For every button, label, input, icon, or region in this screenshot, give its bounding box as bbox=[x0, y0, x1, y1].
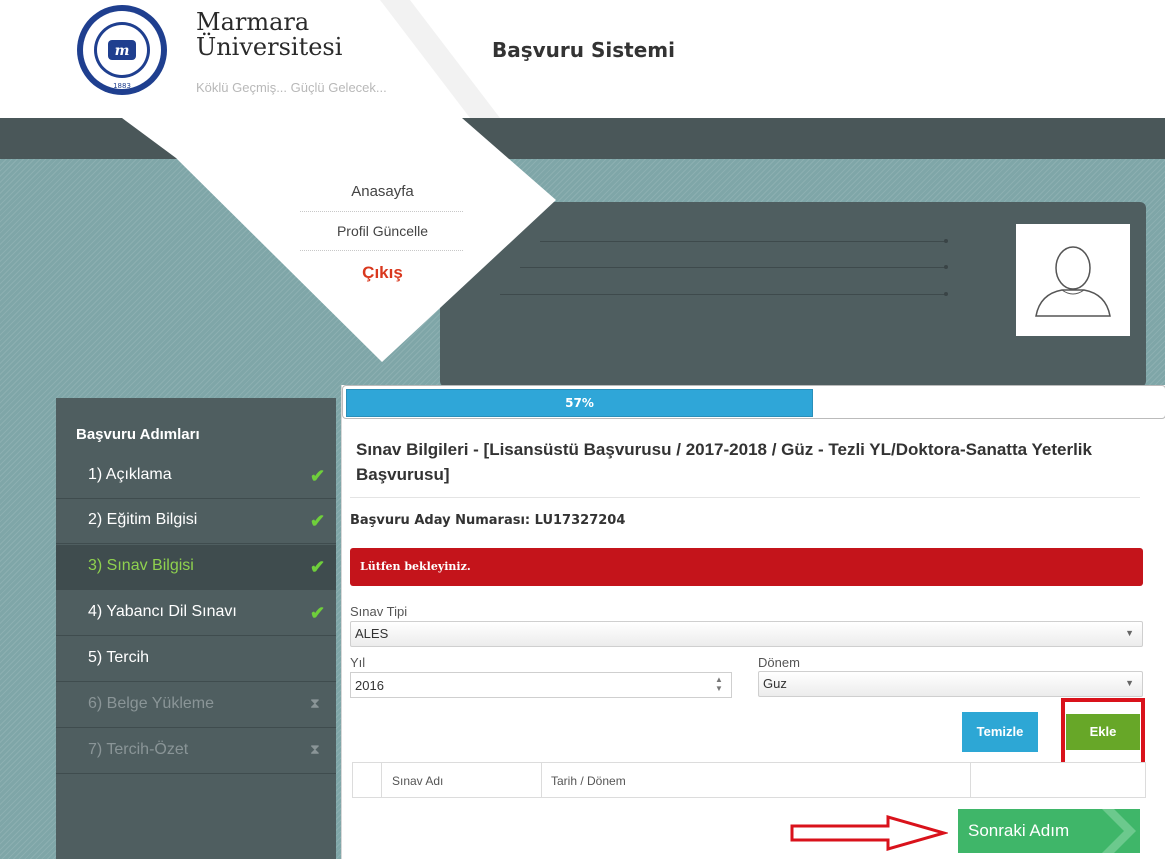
progress-bar: 57% bbox=[342, 385, 1165, 419]
svg-text:m: m bbox=[115, 43, 130, 59]
exam-type-select[interactable]: ALES ▼ bbox=[350, 621, 1143, 647]
system-title: Başvuru Sistemi bbox=[492, 38, 675, 62]
chevron-down-icon: ▼ bbox=[1125, 678, 1134, 688]
chevron-right-icon bbox=[1102, 809, 1136, 853]
profile-info-line bbox=[540, 241, 946, 242]
step-tercih[interactable]: 5) Tercih bbox=[56, 637, 336, 682]
university-name-line1: Marmara bbox=[196, 8, 310, 36]
progress-label: 57% bbox=[565, 396, 594, 410]
profile-info-dot bbox=[944, 239, 948, 243]
nav-separator bbox=[300, 250, 463, 251]
table-header-cell bbox=[353, 763, 382, 797]
exam-table-header: Sınav Adı Tarih / Dönem bbox=[352, 762, 1146, 798]
table-header-date-term[interactable]: Tarih / Dönem bbox=[543, 763, 971, 797]
profile-info-dot bbox=[944, 265, 948, 269]
nav-separator bbox=[300, 211, 463, 212]
nav-home-link[interactable]: Anasayfa bbox=[300, 183, 465, 200]
highlight-annotation-box bbox=[1061, 698, 1145, 768]
chevron-down-icon: ▼ bbox=[1125, 628, 1134, 638]
title-divider bbox=[350, 497, 1140, 498]
profile-info-dot bbox=[944, 292, 948, 296]
year-value: 2016 bbox=[355, 678, 384, 693]
next-step-button[interactable]: Sonraki Adım bbox=[958, 809, 1140, 853]
step-belge-yukleme: 6) Belge Yükleme ⧗ bbox=[56, 683, 336, 728]
university-slogan: Köklü Geçmiş... Güçlü Gelecek... bbox=[196, 80, 387, 95]
svg-text:1883: 1883 bbox=[113, 82, 131, 90]
step-yabanci-dil-sinavi[interactable]: 4) Yabancı Dil Sınavı ✔ bbox=[56, 591, 336, 636]
step-label: 3) Sınav Bilgisi bbox=[88, 557, 194, 574]
term-value: Guz bbox=[763, 676, 787, 691]
clear-button[interactable]: Temizle bbox=[962, 712, 1038, 752]
nav-logout-link[interactable]: Çıkış bbox=[300, 263, 465, 283]
profile-info-line bbox=[520, 267, 946, 268]
wait-alert: Lütfen bekleyiniz. bbox=[350, 548, 1143, 586]
step-aciklama[interactable]: 1) Açıklama ✔ bbox=[56, 454, 336, 499]
exam-type-label: Sınav Tipi bbox=[350, 604, 408, 619]
step-tercih-ozet: 7) Tercih-Özet ⧗ bbox=[56, 729, 336, 774]
step-label: 5) Tercih bbox=[88, 649, 150, 666]
year-input[interactable]: 2016 ▲ ▼ bbox=[350, 672, 732, 698]
check-icon: ✔ bbox=[310, 603, 326, 623]
check-icon: ✔ bbox=[310, 466, 326, 486]
candidate-number: Başvuru Aday Numarası: LU17327204 bbox=[350, 513, 626, 528]
hourglass-icon: ⧗ bbox=[310, 695, 320, 711]
university-name-line2: Üniversitesi bbox=[196, 33, 343, 61]
year-label: Yıl bbox=[350, 655, 366, 670]
main-content: 57% Sınav Bilgileri - [Lisansüstü Başvur… bbox=[341, 385, 1165, 859]
step-label: 2) Eğitim Bilgisi bbox=[88, 511, 198, 528]
step-label: 7) Tercih-Özet bbox=[88, 741, 189, 758]
profile-avatar[interactable] bbox=[1016, 224, 1130, 336]
nav-profile-update-link[interactable]: Profil Güncelle bbox=[300, 223, 465, 239]
header: m 1883 Marmara Üniversitesi Köklü Geçmiş… bbox=[0, 0, 1165, 118]
arrow-right-icon bbox=[790, 815, 948, 851]
header-decorative-stripe bbox=[380, 0, 500, 118]
check-icon: ✔ bbox=[310, 557, 326, 577]
term-label: Dönem bbox=[758, 655, 800, 670]
hourglass-icon: ⧗ bbox=[310, 741, 320, 757]
next-step-label: Sonraki Adım bbox=[968, 821, 1070, 840]
top-bar bbox=[0, 118, 1165, 159]
year-stepper-icon[interactable]: ▲ ▼ bbox=[713, 675, 725, 695]
step-label: 6) Belge Yükleme bbox=[88, 695, 214, 712]
application-steps-sidebar: Başvuru Adımları 1) Açıklama ✔ 2) Eğitim… bbox=[56, 398, 336, 859]
check-icon: ✔ bbox=[310, 511, 326, 531]
university-name: Marmara Üniversitesi bbox=[196, 10, 342, 60]
step-label: 4) Yabancı Dil Sınavı bbox=[88, 603, 237, 620]
table-header-cell bbox=[972, 763, 1144, 797]
user-silhouette-icon bbox=[1035, 246, 1111, 317]
sidebar-title: Başvuru Adımları bbox=[76, 426, 200, 443]
profile-info-line bbox=[500, 294, 946, 295]
step-egitim-bilgisi[interactable]: 2) Eğitim Bilgisi ✔ bbox=[56, 499, 336, 544]
progress-fill: 57% bbox=[346, 389, 813, 417]
university-seal-logo[interactable]: m 1883 bbox=[76, 4, 168, 96]
table-header-exam-name[interactable]: Sınav Adı bbox=[382, 763, 542, 797]
form-title: Sınav Bilgileri - [Lisansüstü Başvurusu … bbox=[356, 440, 1092, 484]
alert-text: Lütfen bekleyiniz. bbox=[360, 560, 471, 573]
step-label: 1) Açıklama bbox=[88, 466, 172, 483]
exam-type-value: ALES bbox=[355, 626, 389, 641]
term-select[interactable]: Guz ▼ bbox=[758, 671, 1143, 697]
step-sinav-bilgisi[interactable]: 3) Sınav Bilgisi ✔ bbox=[56, 545, 336, 590]
